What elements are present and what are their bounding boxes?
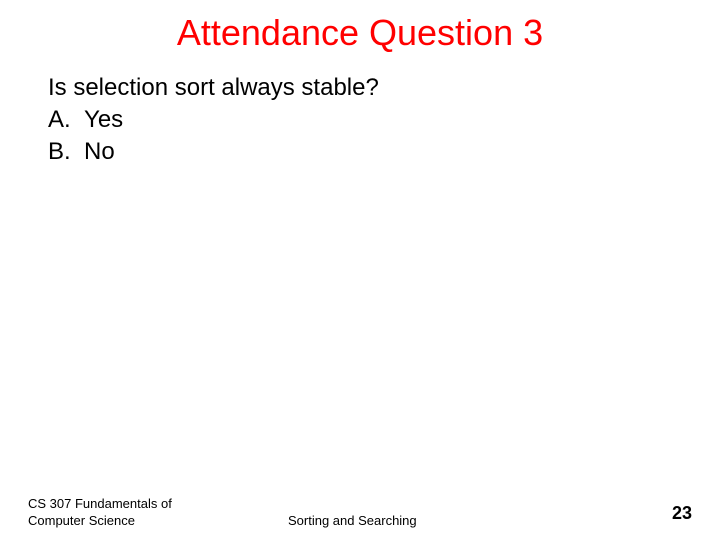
slide-content: Is selection sort always stable? A. Yes …	[0, 74, 720, 166]
question-text: Is selection sort always stable?	[48, 74, 672, 102]
slide-footer: CS 307 Fundamentals of Computer Science …	[0, 496, 720, 530]
option-a-text: Yes	[84, 106, 123, 133]
slide-title: Attendance Question 3	[0, 0, 720, 74]
option-b: B. No	[48, 138, 672, 166]
footer-course-line1: CS 307 Fundamentals of	[28, 496, 228, 513]
footer-topic: Sorting and Searching	[228, 513, 672, 530]
page-number: 23	[672, 503, 692, 530]
option-a-label: A.	[48, 106, 71, 133]
footer-course: CS 307 Fundamentals of Computer Science	[28, 496, 228, 530]
footer-course-line2: Computer Science	[28, 513, 228, 530]
option-b-text: No	[84, 138, 115, 165]
option-a: A. Yes	[48, 106, 672, 134]
option-b-label: B.	[48, 138, 71, 165]
